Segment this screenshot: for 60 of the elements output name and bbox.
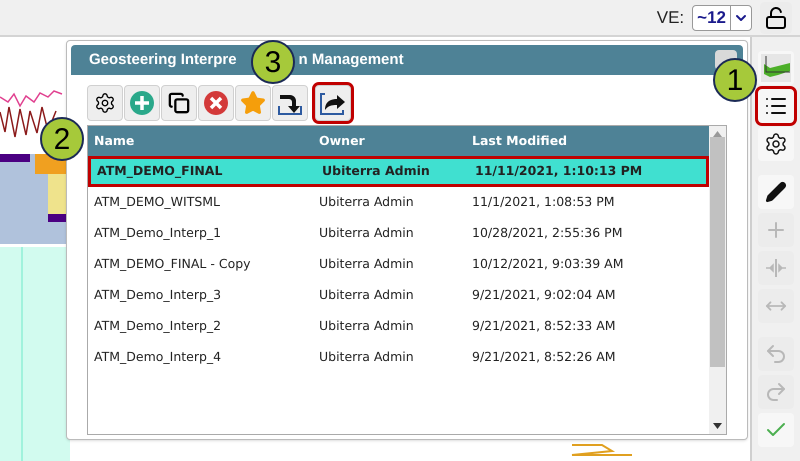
settings-icon bbox=[94, 92, 116, 114]
table-cell-text: ATM_Demo_Interp_4 bbox=[94, 348, 222, 366]
table-row[interactable]: ATM_Demo_Interp_4 Ubiterra Admin 9/21/2021, 8:52:26 AM bbox=[88, 342, 709, 373]
side-toolbar-button[interactable] bbox=[758, 89, 794, 123]
table-cell-text: ATM_Demo_Interp_2 bbox=[94, 317, 222, 336]
table-cell-text: Ubiterra Admin bbox=[319, 255, 415, 274]
table-row[interactable]: ATM_DEMO_FINAL Ubiterra Admin 11/11/2021, 1:10:13 PM bbox=[88, 156, 709, 187]
column-header: Last Modified bbox=[472, 132, 568, 150]
redo-icon bbox=[764, 380, 788, 404]
settings-icon bbox=[764, 132, 788, 156]
side-toolbar-button[interactable] bbox=[758, 51, 794, 85]
ve-label: VE: bbox=[656, 6, 684, 29]
toolbar-button[interactable] bbox=[87, 85, 123, 121]
side-toolbar-button[interactable] bbox=[758, 127, 794, 161]
plus-circle-icon bbox=[129, 90, 155, 116]
scroll-down-arrow-icon[interactable] bbox=[713, 423, 722, 429]
column-header: Name bbox=[94, 132, 136, 150]
toolbar-button[interactable] bbox=[315, 85, 351, 121]
split-icon bbox=[765, 259, 787, 277]
table-cell-text: 9/21/2021, 8:52:33 AM bbox=[472, 317, 617, 336]
table-cell-text: 11/1/2021, 1:08:53 PM bbox=[472, 193, 616, 212]
scrollbar[interactable] bbox=[709, 126, 726, 434]
table-cell-text: ATM_DEMO_FINAL - Copy bbox=[94, 255, 252, 274]
column-header: Owner bbox=[319, 132, 366, 150]
lock-button[interactable] bbox=[760, 2, 792, 34]
table-cell-text: 10/12/2021, 9:03:39 AM bbox=[472, 255, 624, 274]
table-cell-text: Ubiterra Admin bbox=[319, 348, 415, 366]
table-cell-text: ATM_DEMO_FINAL bbox=[97, 162, 224, 180]
dialog-title: Geosteering Interpre bbox=[89, 50, 237, 70]
table-row[interactable]: ATM_Demo_Interp_3 Ubiterra Admin 9/21/2021, 9:02:04 AM bbox=[88, 280, 709, 311]
table-cell-text: ATM_Demo_Interp_3 bbox=[94, 286, 222, 304]
lock-open-icon bbox=[764, 6, 788, 30]
star-icon bbox=[240, 90, 266, 116]
table-row[interactable]: ATM_Demo_Interp_1 Ubiterra Admin 10/28/2021, 2:55:36 PM bbox=[88, 218, 709, 249]
table-cell-text: 10/28/2021, 2:55:36 PM bbox=[472, 224, 624, 242]
toolbar-button[interactable] bbox=[161, 85, 197, 121]
share-arrow-icon bbox=[319, 90, 347, 116]
table-row[interactable]: ATM_DEMO_WITSML Ubiterra Admin 11/1/2021, 1:08:53 PM bbox=[88, 187, 709, 218]
ve-select[interactable]: ~12 bbox=[692, 4, 752, 30]
table-cell-text: 11/11/2021, 1:10:13 PM bbox=[475, 162, 644, 180]
table-cell-text: Ubiterra Admin bbox=[319, 224, 415, 242]
toolbar-button[interactable] bbox=[272, 85, 308, 121]
table-cell-text: ATM_DEMO_WITSML bbox=[94, 193, 222, 212]
pencil-icon bbox=[765, 181, 787, 203]
table-row[interactable]: ATM_Demo_Interp_2 Ubiterra Admin 9/21/2021, 8:52:33 AM bbox=[88, 311, 709, 342]
delete-circle-icon bbox=[203, 90, 229, 116]
dialog-title: n Management bbox=[298, 50, 404, 70]
chart-thumbnail-icon bbox=[761, 54, 791, 82]
table-cell-text: 9/21/2021, 9:02:04 AM bbox=[472, 286, 617, 304]
undo-icon bbox=[764, 342, 788, 366]
table-cell-text: Ubiterra Admin bbox=[319, 317, 415, 336]
scroll-up-arrow-icon[interactable] bbox=[713, 131, 722, 137]
side-toolbar-button[interactable] bbox=[758, 175, 794, 209]
table-cell-text: Ubiterra Admin bbox=[322, 162, 431, 180]
table-cell-text: ATM_Demo_Interp_1 bbox=[94, 224, 222, 242]
copy-icon bbox=[168, 92, 190, 114]
table-row[interactable]: ATM_DEMO_FINAL - Copy Ubiterra Admin 10/12/2021, 9:03:39 AM bbox=[88, 249, 709, 280]
table-cell-text: Ubiterra Admin bbox=[319, 193, 415, 212]
table-cell-text: Ubiterra Admin bbox=[319, 286, 415, 304]
table-cell-text: 9/21/2021, 8:52:26 AM bbox=[472, 348, 617, 366]
